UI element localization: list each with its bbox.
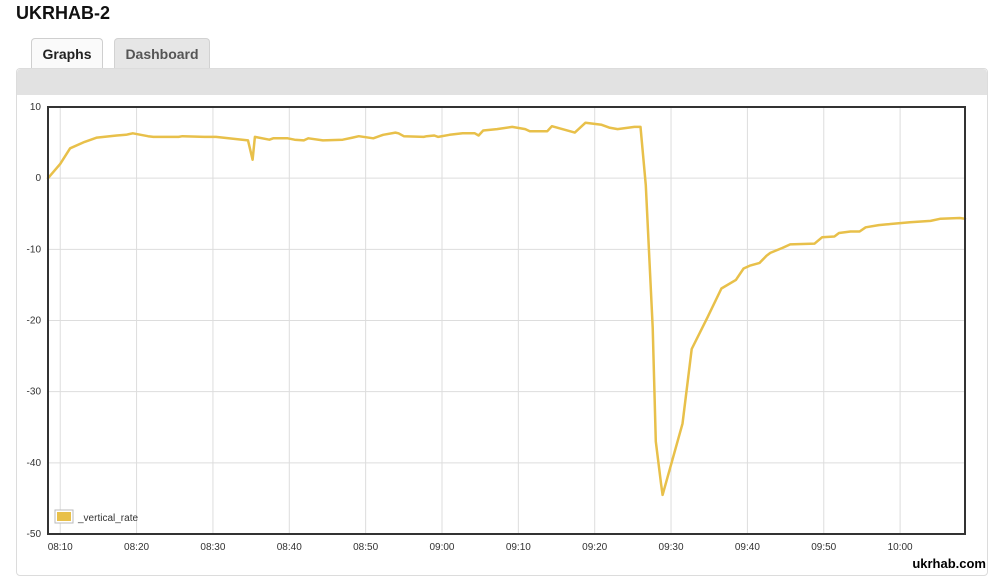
vertical-rate-chart: 10 0 -10 -20 -30 -40 -50 08:10 08:20 08:30 08:40 08…	[27, 102, 967, 553]
x-tick-label: 09:30	[659, 542, 684, 553]
y-tick-label: -30	[27, 387, 42, 398]
y-tick-label: -50	[27, 529, 42, 540]
y-tick-label: -20	[27, 316, 42, 327]
x-tick-label: 08:30	[200, 542, 225, 553]
y-tick-label: -10	[27, 244, 42, 255]
x-tick-label: 08:10	[48, 542, 73, 553]
x-tick-label: 10:00	[888, 542, 913, 553]
legend: _vertical_rate	[54, 509, 138, 524]
y-tick-label: 0	[35, 173, 41, 184]
x-tick-label: 09:20	[582, 542, 607, 553]
x-tick-label: 09:50	[811, 542, 836, 553]
y-tick-label: 10	[30, 102, 42, 113]
x-tick-label: 09:10	[506, 542, 531, 553]
x-tick-label: 08:20	[124, 542, 149, 553]
x-tick-label: 08:50	[353, 542, 378, 553]
legend-label: _vertical_rate	[77, 513, 138, 524]
x-tick-label: 09:00	[429, 542, 454, 553]
legend-swatch	[57, 512, 71, 521]
watermark: ukrhab.com	[912, 556, 986, 571]
x-tick-label: 09:40	[735, 542, 760, 553]
x-tick-label: 08:40	[277, 542, 302, 553]
y-tick-label: -40	[27, 458, 42, 469]
